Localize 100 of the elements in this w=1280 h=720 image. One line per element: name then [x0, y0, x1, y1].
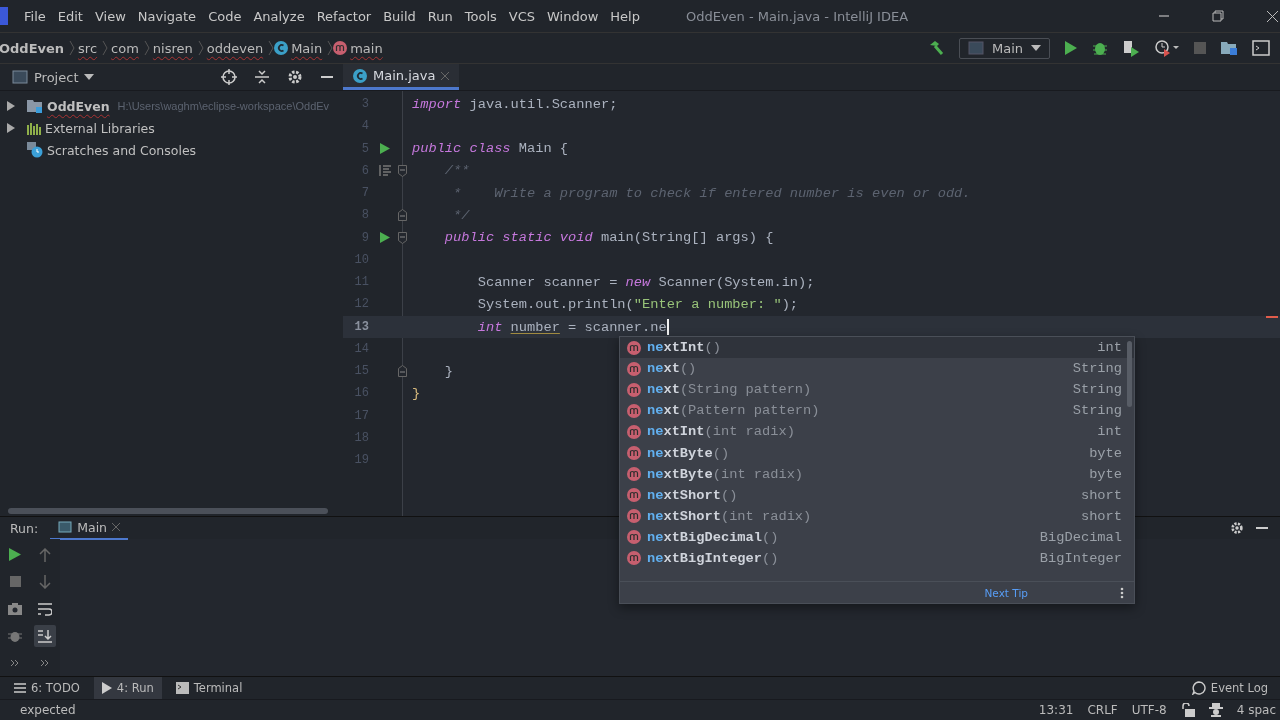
run-icon	[101, 682, 112, 694]
return-type: String	[1072, 361, 1122, 377]
completion-item[interactable]: next(Pattern pattern)	[647, 403, 820, 419]
breadcrumb[interactable]: nisren	[149, 40, 198, 56]
breadcrumb[interactable]: src	[75, 40, 103, 56]
tool-window-tab[interactable]: Terminal	[167, 677, 251, 699]
run-tab[interactable]: Main	[50, 516, 129, 540]
tool-window-tab[interactable]: 6: TODO	[6, 677, 88, 699]
completion-item[interactable]: nextByte()	[647, 445, 730, 461]
inspector-icon[interactable]	[1208, 703, 1223, 717]
collapse-icon[interactable]	[255, 69, 269, 85]
more-icon[interactable]	[40, 658, 50, 667]
method-icon	[333, 41, 348, 55]
method-icon	[627, 530, 641, 545]
indent-setting[interactable]: 4 spac	[1236, 703, 1276, 717]
more-icon[interactable]	[10, 658, 20, 667]
completion-item[interactable]: nextInt()	[647, 340, 721, 356]
run-gutter-icon[interactable]	[380, 143, 390, 155]
menu-item[interactable]: Run	[421, 8, 459, 24]
menu-item[interactable]: Edit	[51, 8, 89, 24]
tree-item[interactable]: External Libraries	[45, 120, 155, 136]
cursor-position[interactable]: 13:31	[1038, 703, 1074, 717]
soft-wrap-icon[interactable]	[38, 601, 52, 616]
menu-item[interactable]: Analyze	[247, 8, 311, 24]
stop-icon[interactable]	[9, 576, 21, 587]
folder-icon	[27, 99, 43, 113]
rerun-icon[interactable]	[9, 548, 21, 561]
tree-item[interactable]: Scratches and Consoles	[47, 142, 197, 158]
menu-item[interactable]: Navigate	[131, 8, 203, 24]
locate-icon[interactable]	[221, 69, 237, 85]
coverage-icon[interactable]	[1122, 39, 1140, 57]
library-icon	[27, 121, 41, 135]
breadcrumb[interactable]: Main	[288, 40, 328, 56]
restore-icon[interactable]	[1212, 10, 1224, 22]
close-icon[interactable]	[1266, 10, 1278, 22]
scroll-to-end-icon[interactable]	[34, 624, 56, 647]
completion-item[interactable]: nextShort()	[647, 487, 738, 503]
completion-item[interactable]: next(String pattern)	[647, 382, 812, 398]
breadcrumb[interactable]: OddEven	[0, 40, 70, 56]
breadcrumb[interactable]: main	[347, 40, 388, 56]
line-separator[interactable]: CRLF	[1087, 703, 1118, 717]
up-arrow-icon[interactable]	[39, 547, 51, 562]
event-log-button[interactable]: Event Log	[1191, 681, 1280, 695]
menu-item[interactable]: Refactor	[310, 8, 378, 24]
bug-icon[interactable]	[1092, 40, 1108, 56]
window-icon	[967, 41, 984, 55]
expand-arrow-icon[interactable]	[7, 101, 15, 111]
completion-item[interactable]: nextBigDecimal()	[647, 529, 779, 545]
menu-item[interactable]: Help	[604, 8, 646, 24]
profiler-icon[interactable]	[1154, 39, 1180, 57]
lock-icon[interactable]	[1180, 703, 1195, 717]
scrollbar-thumb[interactable]	[8, 508, 328, 514]
run-label: Run:	[10, 520, 39, 536]
run-icon[interactable]	[1064, 40, 1078, 56]
return-type: int	[1097, 340, 1122, 356]
next-tip-link[interactable]: Next Tip	[984, 586, 1028, 599]
expand-arrow-icon[interactable]	[7, 123, 15, 133]
tool-window-tab[interactable]: 4: Run	[93, 677, 162, 699]
method-icon	[627, 382, 641, 397]
completion-item[interactable]: nextByte(int radix)	[647, 466, 804, 482]
run-configuration-dropdown[interactable]: Main	[958, 37, 1050, 59]
fold-icon[interactable]	[397, 231, 407, 244]
code-line: public static void main(String[] args) {	[443, 230, 774, 246]
method-icon	[627, 340, 641, 355]
minimize-panel-icon[interactable]	[1256, 526, 1268, 530]
breadcrumb[interactable]: com	[108, 40, 144, 56]
chevron-icon	[327, 40, 334, 56]
editor-tab[interactable]: Main.java	[343, 64, 460, 90]
fold-icon[interactable]	[397, 164, 407, 177]
doc-comment-icon[interactable]	[379, 165, 391, 177]
completion-item[interactable]: nextBigInteger()	[647, 551, 779, 566]
caret-icon	[84, 74, 95, 80]
settings-icon[interactable]	[1230, 521, 1244, 535]
minimize-panel-icon[interactable]	[321, 75, 333, 79]
completion-item[interactable]: nextInt(int radix)	[647, 424, 795, 440]
menu-item[interactable]: View	[88, 8, 132, 24]
more-icon[interactable]	[1120, 586, 1124, 599]
breadcrumb[interactable]: oddeven	[203, 40, 269, 56]
method-icon	[627, 446, 641, 460]
console-icon[interactable]	[1252, 40, 1270, 56]
completion-item[interactable]: next()	[647, 361, 697, 377]
menu-item[interactable]: Build	[377, 8, 422, 24]
scratches-icon	[27, 142, 43, 158]
tree-item[interactable]: OddEven	[47, 98, 110, 114]
fold-icon[interactable]	[397, 365, 407, 378]
project-view-selector[interactable]: Project	[12, 69, 95, 85]
fold-icon[interactable]	[397, 209, 407, 222]
menu-item[interactable]: File	[18, 8, 52, 24]
run-gutter-icon[interactable]	[380, 232, 390, 244]
return-type: short	[1080, 508, 1122, 524]
down-arrow-icon[interactable]	[39, 574, 51, 589]
project-structure-icon[interactable]	[1220, 40, 1238, 56]
menu-item[interactable]: Code	[202, 8, 248, 24]
menu-item[interactable]: Window	[541, 8, 605, 24]
file-encoding[interactable]: UTF-8	[1131, 703, 1167, 717]
completion-item[interactable]: nextShort(int radix)	[647, 508, 812, 524]
settings-icon[interactable]	[287, 69, 303, 85]
menu-item[interactable]: Tools	[458, 8, 503, 24]
menu-item[interactable]: VCS	[502, 8, 542, 24]
camera-icon[interactable]	[8, 602, 22, 615]
